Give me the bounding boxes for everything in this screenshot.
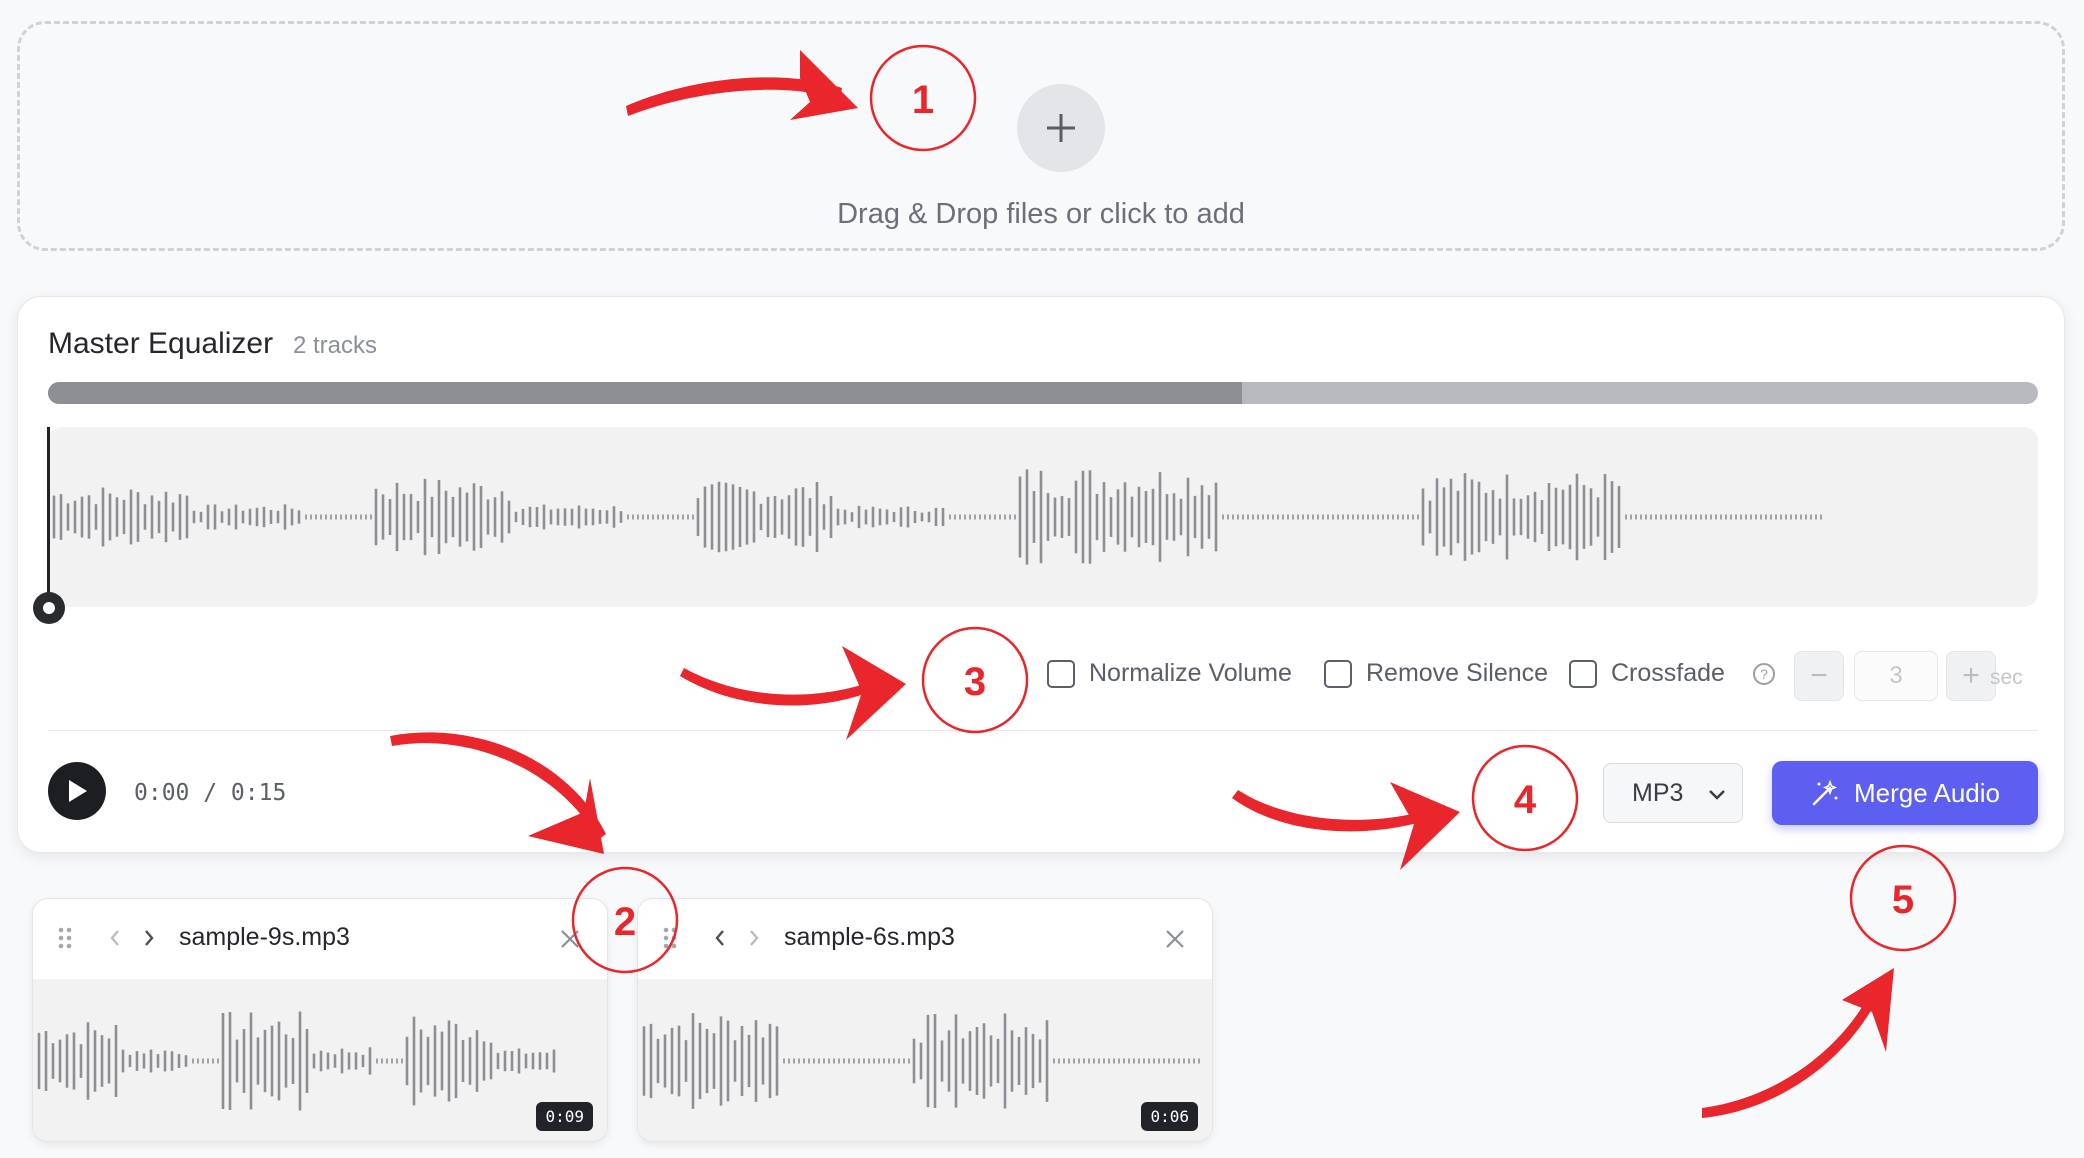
chevron-left-icon[interactable] [107, 927, 123, 949]
chevron-down-icon [1709, 790, 1725, 800]
master-progress-bar[interactable] [48, 382, 2038, 404]
merge-audio-button[interactable]: Merge Audio [1772, 761, 2038, 825]
seconds-unit-label: sec [1990, 666, 2023, 689]
close-icon[interactable] [1164, 928, 1186, 950]
format-select[interactable]: MP3 [1603, 763, 1743, 823]
crossfade-decrement-button[interactable]: − [1794, 651, 1844, 701]
playback-time: 0:00 / 0:15 [134, 780, 287, 806]
chevron-right-icon[interactable] [141, 927, 157, 949]
annotation-number: 5 [1892, 878, 1914, 922]
drag-handle-icon[interactable] [57, 925, 73, 951]
normalize-volume-label: Normalize Volume [1089, 659, 1292, 687]
format-select-value: MP3 [1632, 778, 1684, 807]
plus-icon [1047, 114, 1075, 142]
normalize-volume-option[interactable]: Normalize Volume [1047, 659, 1292, 688]
playhead-handle[interactable] [33, 592, 65, 624]
playhead-line[interactable] [47, 427, 50, 607]
remove-silence-checkbox[interactable] [1324, 659, 1352, 688]
track-name: sample-9s.mp3 [179, 923, 350, 951]
crossfade-seconds-input[interactable]: 3 [1854, 651, 1938, 701]
track-card[interactable]: sample-9s.mp3 0:09 [32, 898, 608, 1142]
crossfade-label: Crossfade [1611, 659, 1725, 687]
divider [48, 730, 2038, 731]
crossfade-checkbox[interactable] [1569, 659, 1597, 688]
add-file-button[interactable] [1017, 84, 1105, 172]
chevron-left-icon[interactable] [712, 927, 728, 949]
chevron-right-icon[interactable] [746, 927, 762, 949]
dropzone-text: Drag & Drop files or click to add [837, 198, 1245, 230]
master-waveform[interactable] [48, 427, 2038, 607]
drag-handle-icon[interactable] [662, 925, 678, 951]
track-card[interactable]: sample-6s.mp3 0:06 [637, 898, 1213, 1142]
panel-title: Master Equalizer [48, 327, 274, 360]
play-button[interactable] [48, 762, 106, 820]
progress-fill [48, 382, 1242, 404]
play-icon [69, 780, 87, 802]
track-waveform[interactable]: 0:09 [33, 979, 607, 1141]
remove-silence-label: Remove Silence [1366, 659, 1549, 687]
annotation-number: 2 [614, 900, 636, 944]
duration-badge: 0:06 [1141, 1102, 1198, 1131]
track-count: 2 tracks [293, 332, 378, 359]
help-icon[interactable]: ? [1753, 663, 1775, 685]
remove-silence-option[interactable]: Remove Silence [1324, 659, 1548, 688]
close-icon[interactable] [559, 928, 581, 950]
magic-wand-icon [1812, 779, 1838, 806]
track-name: sample-6s.mp3 [784, 923, 955, 951]
file-dropzone[interactable]: Drag & Drop files or click to add [17, 21, 2065, 251]
track-card-header: sample-6s.mp3 [638, 899, 1212, 979]
master-equalizer-panel: Master Equalizer 2 tracks Normalize Volu… [17, 296, 2065, 853]
track-card-header: sample-9s.mp3 [33, 899, 607, 979]
crossfade-option[interactable]: Crossfade [1569, 659, 1725, 688]
duration-badge: 0:09 [536, 1102, 593, 1131]
merge-audio-label: Merge Audio [1854, 777, 2000, 808]
crossfade-increment-button[interactable]: + [1946, 651, 1996, 701]
track-waveform[interactable]: 0:06 [638, 979, 1212, 1141]
normalize-volume-checkbox[interactable] [1047, 659, 1075, 688]
